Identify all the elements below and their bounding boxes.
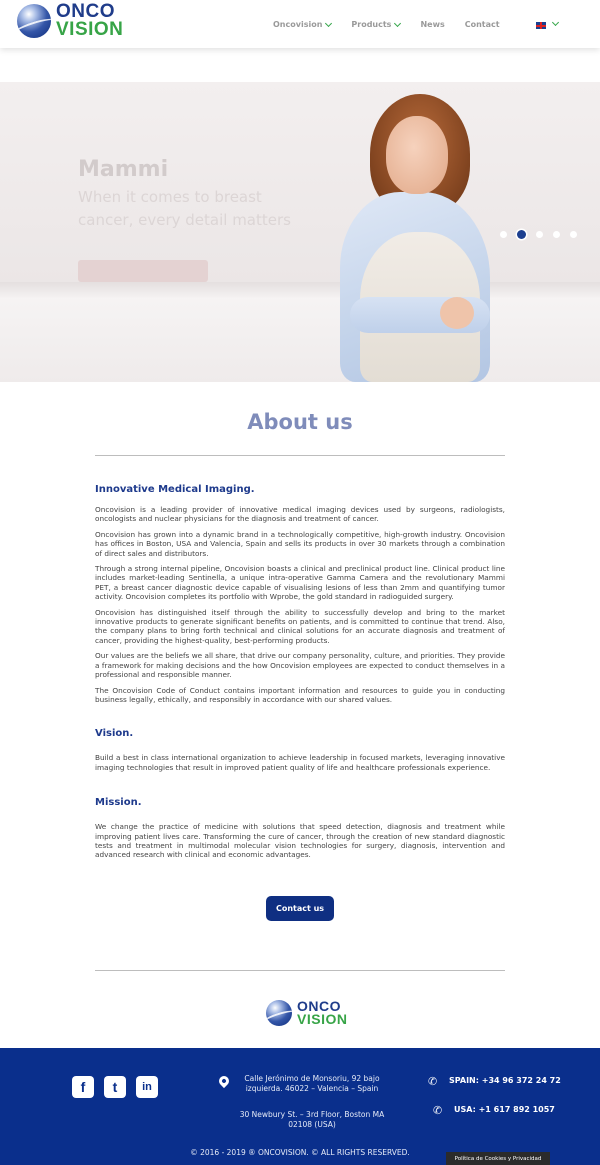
footer-logo[interactable]: ONCO VISION (266, 999, 347, 1027)
twitter-icon[interactable]: t (104, 1076, 126, 1098)
chevron-down-icon[interactable] (551, 18, 560, 27)
globe-logo-icon (266, 1000, 292, 1027)
nav-item-products[interactable]: Products (351, 19, 402, 29)
facebook-icon[interactable]: f (72, 1076, 94, 1098)
site-footer: f t in Calle Jerónimo de Monsoriu, 92 ba… (0, 1048, 600, 1165)
section-heading-innovative: Innovative Medical Imaging. (95, 484, 255, 495)
globe-logo-icon (17, 4, 51, 39)
mission-text: We change the practice of medicine with … (95, 822, 505, 860)
phone-spain[interactable]: SPAIN: +34 96 372 24 72 (449, 1076, 561, 1085)
hero-slider[interactable]: Mammi When it comes to breast cancer, ev… (0, 82, 600, 382)
divider (95, 970, 505, 971)
about-paragraph: Oncovision has distinguished itself thro… (95, 607, 505, 645)
nav-item-oncovision[interactable]: Oncovision (273, 19, 333, 29)
logo-text-vision: VISION (56, 19, 124, 41)
about-content: Innovative Medical Imaging. Oncovision i… (95, 484, 505, 860)
linkedin-icon[interactable]: in (136, 1076, 158, 1098)
about-paragraph: Our values are the beliefs we all share,… (95, 651, 505, 680)
section-heading-mission: Mission. (95, 797, 142, 809)
contact-us-button[interactable]: Contact us (266, 896, 334, 921)
map-pin-icon (216, 1073, 232, 1089)
oncovision-logo[interactable]: ONCO VISION (17, 2, 124, 41)
phone-icon: ✆ (428, 1075, 438, 1088)
chevron-down-icon (325, 19, 333, 27)
address-spain: Calle Jerónimo de Monsoriu, 92 bajo izqu… (244, 1074, 380, 1093)
phone-icon: ✆ (433, 1104, 443, 1117)
nav-item-contact[interactable]: Contact (465, 20, 500, 29)
cookie-policy-link[interactable]: Política de Cookies y Privacidad (446, 1152, 550, 1165)
slider-dot-1[interactable] (500, 231, 507, 238)
nav-item-news[interactable]: News (420, 20, 444, 29)
address-usa: 30 Newbury St. – 3rd Floor, Boston MA 02… (239, 1110, 385, 1129)
about-paragraph: Through a strong internal pipeline, Onco… (95, 564, 505, 602)
slider-dot-3[interactable] (536, 231, 543, 238)
about-paragraph: The Oncovision Code of Conduct contains … (95, 685, 505, 704)
about-title: About us (247, 410, 353, 434)
site-header: ONCO VISION Oncovision Products News Con… (0, 0, 600, 48)
slider-dot-4[interactable] (553, 231, 560, 238)
main-nav: Oncovision Products News Contact (273, 19, 520, 29)
hero-cta-button[interactable] (78, 260, 208, 282)
about-paragraph: Oncovision is a leading provider of inno… (95, 505, 505, 524)
hero-caption: Mammi When it comes to breast cancer, ev… (78, 157, 308, 231)
phone-usa[interactable]: USA: +1 617 892 1057 (454, 1105, 555, 1114)
hero-title: Mammi (78, 157, 169, 182)
hero-subtitle: When it comes to breast cancer, every de… (78, 188, 291, 229)
section-heading-vision: Vision. (95, 728, 134, 740)
chevron-down-icon (394, 19, 402, 27)
vision-text: Build a best in class international orga… (95, 753, 505, 772)
about-paragraph: Oncovision has grown into a dynamic bran… (95, 529, 505, 558)
slider-dots (500, 230, 587, 239)
slider-dot-2[interactable] (517, 230, 526, 239)
divider (95, 455, 505, 456)
slider-dot-5[interactable] (570, 231, 577, 238)
social-links: f t in (72, 1076, 168, 1098)
hero-photo-woman (320, 82, 500, 382)
uk-flag-icon[interactable] (536, 22, 546, 29)
